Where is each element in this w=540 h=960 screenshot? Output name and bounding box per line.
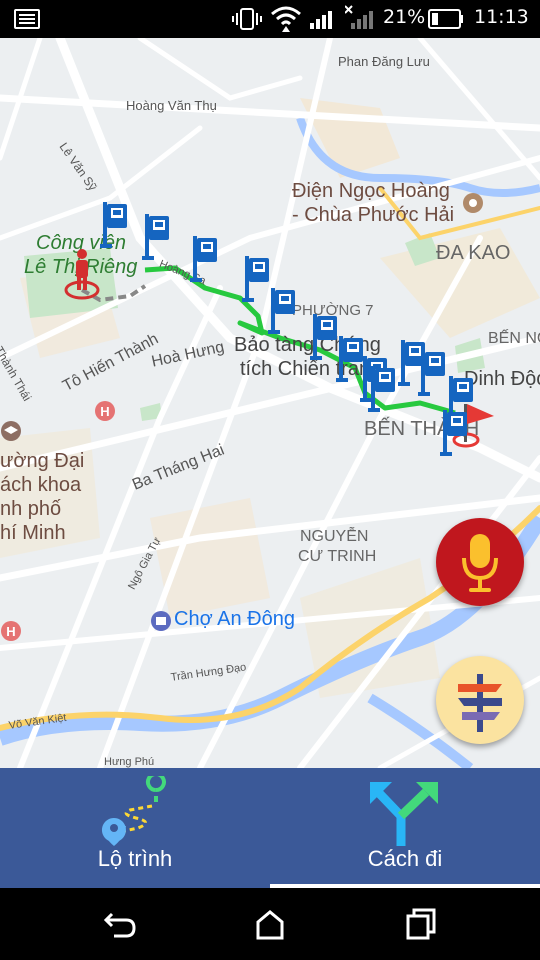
tab-cach-di-label: Cách đi <box>367 846 443 871</box>
map-label: ách khoa <box>0 474 82 496</box>
clock: 11:13 <box>474 6 529 28</box>
directions-button[interactable] <box>436 656 524 744</box>
map-label: BẾN NG <box>488 330 540 347</box>
bus-stop-icon[interactable] <box>142 214 172 260</box>
wifi-icon <box>271 6 301 32</box>
map-label: Điện Ngọc Hoàng <box>292 180 450 202</box>
recents-icon[interactable] <box>400 906 440 942</box>
notification-icon <box>14 9 40 29</box>
map-label: Chợ An Đông <box>174 608 295 630</box>
map-label: nh phố <box>0 498 62 520</box>
status-bar: 21% 11:13 <box>0 0 540 38</box>
map-label: ĐA KAO <box>436 242 511 264</box>
back-icon[interactable] <box>100 906 140 942</box>
map-label: NGUYỄN <box>300 528 369 545</box>
system-navigation-bar <box>0 888 540 960</box>
voice-search-button[interactable] <box>436 518 524 606</box>
bus-stop-icon[interactable] <box>418 350 448 396</box>
bus-stop-icon[interactable] <box>268 288 298 334</box>
tab-cach-di[interactable]: Cách đi <box>270 768 540 888</box>
map-label: Hưng Phú <box>104 756 155 768</box>
tab-lo-trinh[interactable]: Lộ trình <box>0 768 270 888</box>
school-icon <box>1 421 21 441</box>
bus-stop-icon[interactable] <box>368 366 398 412</box>
map-label: CƯ TRINH <box>298 548 377 565</box>
map-label: hí Minh <box>0 522 66 544</box>
fork-arrows-icon <box>370 782 438 846</box>
tab-lo-trinh-label: Lộ trình <box>97 846 173 871</box>
map-view[interactable]: Phan Đăng Lưu Hoàng Văn Thụ Lê Văn Sỹ Đi… <box>0 38 540 768</box>
microphone-icon <box>462 534 498 592</box>
hospital-icon: H <box>95 401 115 421</box>
bus-stop-icon[interactable] <box>100 202 130 248</box>
start-person-marker-icon[interactable] <box>62 248 102 300</box>
map-label: ường Đại <box>0 450 85 472</box>
battery-percent: 21% <box>383 6 426 28</box>
svg-text:H: H <box>100 404 109 419</box>
map-label: Hoàng Văn Thụ <box>126 98 217 113</box>
market-icon <box>151 611 171 631</box>
home-icon[interactable] <box>250 906 290 942</box>
signal-icon <box>310 11 332 29</box>
bottom-navigation: Lộ trình Cách đi <box>0 768 540 888</box>
no-sim-signal-icon <box>345 5 373 29</box>
signpost-icon <box>458 674 502 732</box>
vibrate-icon <box>232 8 262 30</box>
map-label: Phan Đăng Lưu <box>338 54 430 69</box>
battery-icon <box>428 9 463 29</box>
hospital-icon: H <box>1 621 21 641</box>
temple-icon <box>463 193 483 213</box>
bus-stop-icon[interactable] <box>440 410 470 456</box>
route-icon <box>101 776 166 846</box>
svg-text:H: H <box>6 624 15 639</box>
bus-stop-icon[interactable] <box>190 236 220 282</box>
map-label: - Chùa Phước Hải <box>292 204 455 226</box>
